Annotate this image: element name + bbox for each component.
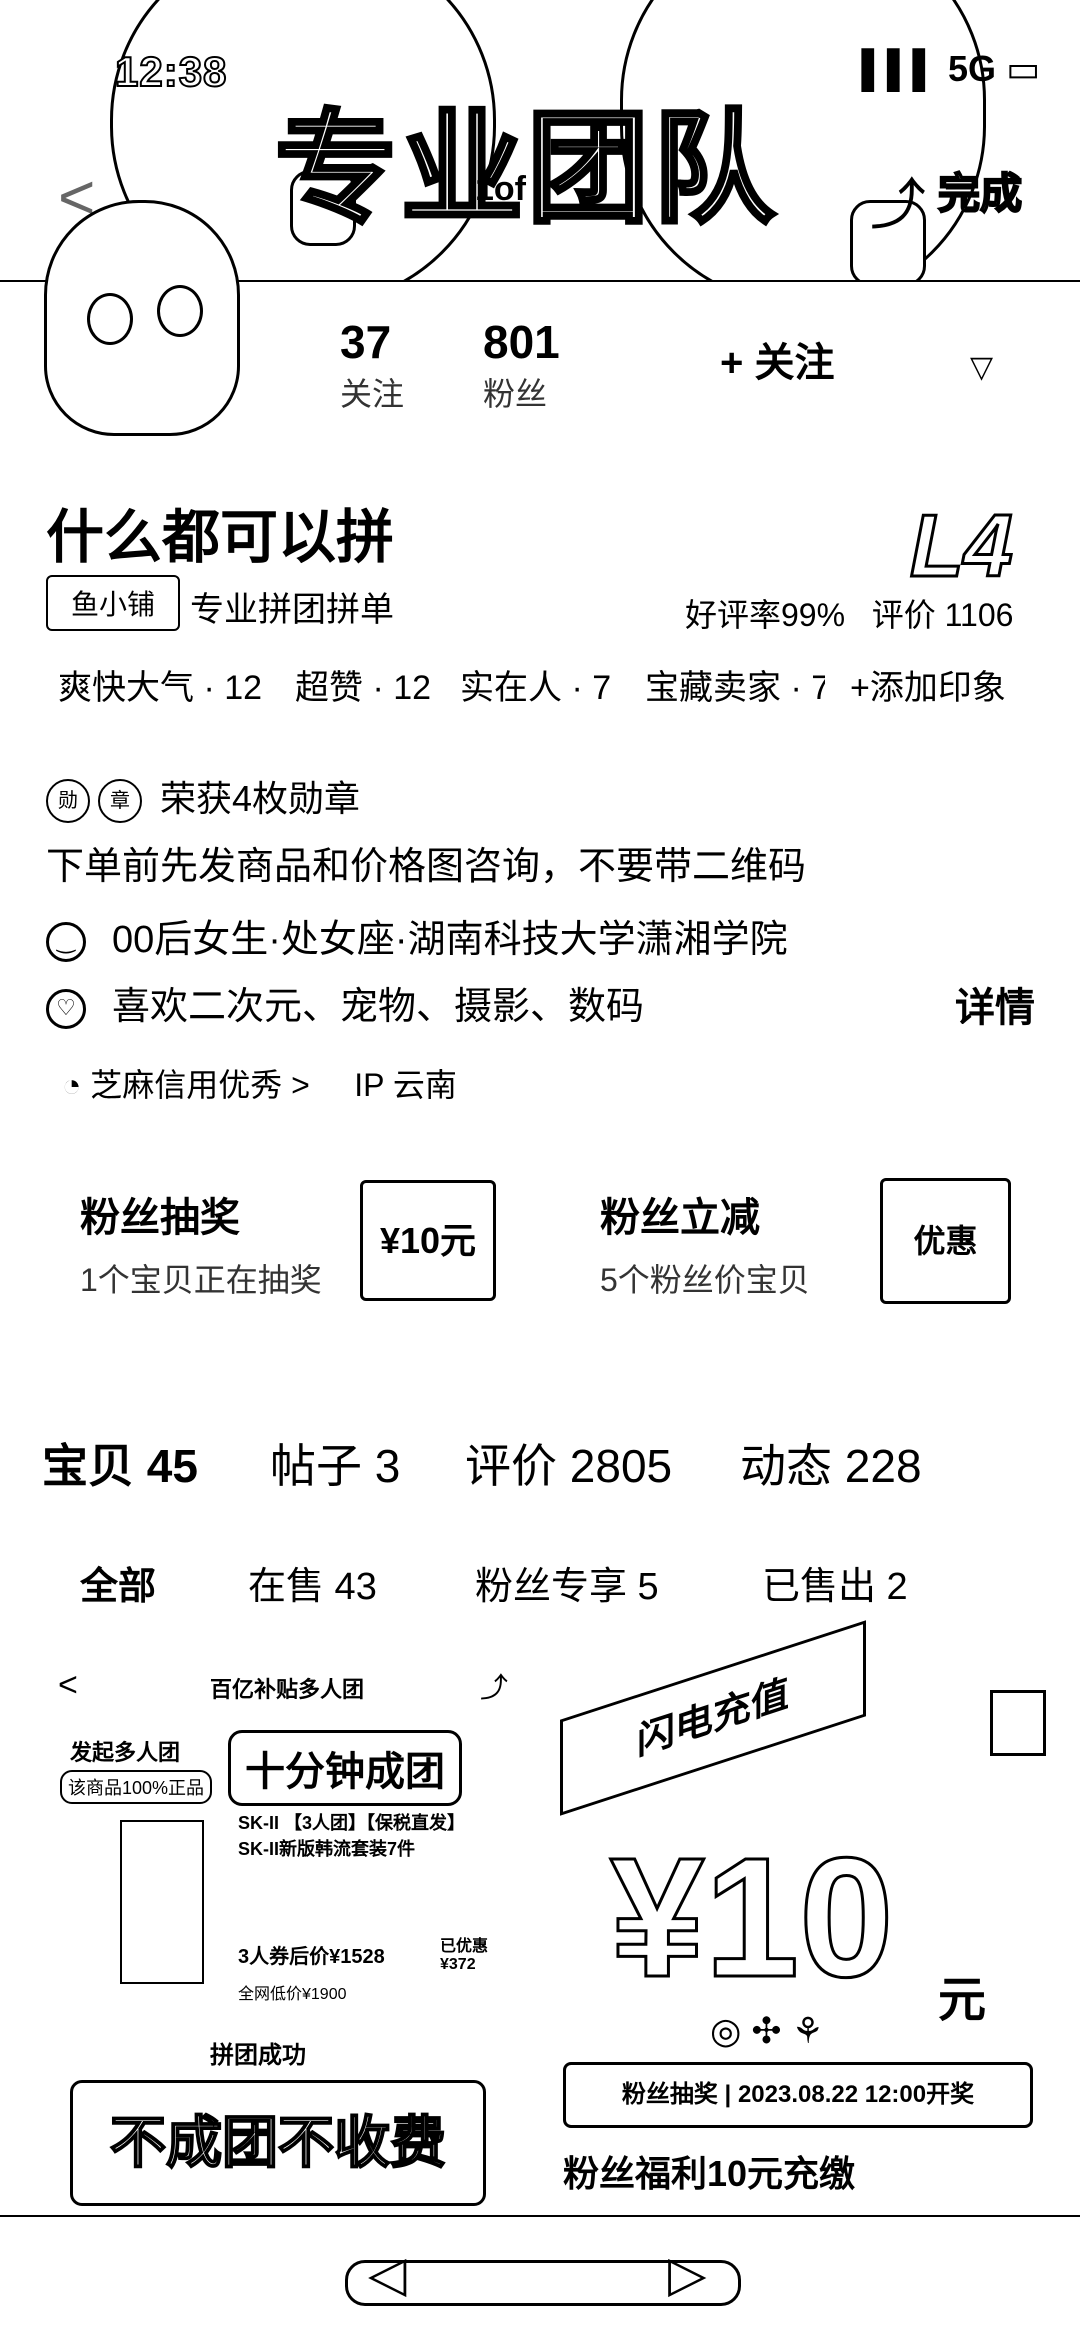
- nav-forward-icon[interactable]: ▷: [668, 2245, 706, 2303]
- product-caption: 粉丝福利10元充缴: [563, 2153, 856, 2194]
- medals-row[interactable]: 勋章 荣获4枚勋章: [46, 770, 361, 824]
- follow-button[interactable]: + 关注: [720, 330, 834, 388]
- status-signal: ▌▌▌ 5G ▭: [861, 48, 1040, 89]
- lottery-thumbnail: ¥10元: [360, 1180, 496, 1301]
- avatar-eye-left: [87, 293, 133, 345]
- following-stat[interactable]: 37 关注: [340, 315, 404, 415]
- product-card-right[interactable]: 闪电充值 ¥10 元 ◎ ✣ ⚘ 粉丝抽奖 | 2023.08.22 12:00…: [560, 1620, 1050, 2210]
- rating-summary[interactable]: 好评率99% 评价 1106: [685, 590, 1013, 636]
- product-card-left[interactable]: < 百亿补贴多人团 ⤴ 发起多人团 该商品100%正品 十分钟成团 SK-II …: [40, 1650, 510, 2210]
- tab-reviews[interactable]: 评价 2805: [465, 1430, 672, 1496]
- host-group: 发起多人团: [70, 1740, 181, 1765]
- chevron-left-icon: <: [58, 1666, 78, 1704]
- banner-mid-text: 1of: [475, 170, 526, 208]
- credit-text: 芝麻信用优秀 >: [90, 1067, 310, 1103]
- subtab-all[interactable]: 全部: [80, 1555, 156, 1610]
- tab-items[interactable]: 宝贝 45: [42, 1430, 198, 1496]
- heart-icon: ♡: [46, 988, 86, 1029]
- level-badge: L4: [909, 495, 1015, 597]
- detail-button[interactable]: 详情: [955, 975, 1035, 1033]
- credit-row[interactable]: ◔ 芝麻信用优秀 > IP 云南: [62, 1060, 457, 1106]
- carrier-icons: ◎ ✣ ⚘: [710, 2010, 824, 2051]
- authentic-badge: 该商品100%正品: [60, 1770, 213, 1804]
- followers-count: 801: [483, 316, 560, 368]
- shop-name: 什么都可以拼: [46, 505, 395, 570]
- good-rate: 好评率99%: [685, 597, 846, 633]
- nav-back-icon[interactable]: ◁: [368, 2245, 406, 2303]
- medals-text: 荣获4枚勋章: [160, 778, 361, 819]
- shop-badge: 鱼小铺: [46, 575, 180, 631]
- no-fee-banner: 不成团不收费: [70, 2080, 486, 2206]
- discount-subtitle: 5个粉丝价宝贝: [600, 1262, 810, 1298]
- discount-thumbnail: 优惠: [880, 1178, 1011, 1304]
- lottery-card[interactable]: 粉丝抽奖 1个宝贝正在抽奖: [80, 1185, 322, 1301]
- price-unit: 元: [938, 1974, 987, 2027]
- review-count: 评价 1106: [871, 597, 1014, 633]
- impression-tag[interactable]: 宝藏卖家 · 7: [645, 660, 825, 709]
- draw-date: 粉丝抽奖 | 2023.08.22 12:00开奖: [563, 2062, 1033, 2128]
- saved-amount: 已优惠 ¥372: [440, 1938, 489, 1973]
- medal-icon: 章: [98, 779, 142, 824]
- subtab-sold[interactable]: 已售出 2: [762, 1555, 908, 1610]
- tab-posts[interactable]: 帖子 3: [270, 1430, 400, 1496]
- share-icon[interactable]: ⤴: [870, 160, 926, 241]
- product-description: SK-II 【3人团】【保税直发】SK-II新版韩流套装7件: [238, 1813, 466, 1859]
- following-count: 37: [340, 316, 392, 368]
- phone-icon: [990, 1690, 1046, 1756]
- following-label: 关注: [340, 376, 405, 412]
- lottery-title: 粉丝抽奖: [80, 1196, 240, 1240]
- followers-label: 粉丝: [483, 376, 548, 412]
- shop-description: 下单前先发商品和价格图咨询，不要带二维码: [46, 846, 807, 888]
- impression-tag[interactable]: 实在人 · 7: [460, 660, 611, 709]
- impression-tag[interactable]: 超赞 · 12: [295, 660, 431, 709]
- info-line-1: ‿ 00后女生·处女座·湖南科技大学潇湘学院: [46, 908, 788, 963]
- followers-stat[interactable]: 801 粉丝: [483, 315, 560, 415]
- done-button[interactable]: 完成: [937, 160, 1023, 221]
- subtab-on-sale[interactable]: 在售 43: [248, 1555, 377, 1610]
- share-icon: ⤴: [480, 1672, 509, 1703]
- shop-tagline: 专业拼团拼单: [190, 591, 394, 629]
- recharge-price: ¥10: [609, 1822, 896, 2015]
- product-image: [120, 1820, 204, 1984]
- lottery-subtitle: 1个宝贝正在抽奖: [80, 1262, 322, 1298]
- chevron-down-icon[interactable]: ▽: [970, 350, 993, 385]
- signal-icon: ▌▌▌: [861, 48, 948, 89]
- discount-card[interactable]: 粉丝立减 5个粉丝价宝贝: [600, 1185, 810, 1301]
- impression-tag[interactable]: 爽快大气 · 12: [58, 660, 262, 709]
- tab-moments[interactable]: 动态 228: [740, 1430, 922, 1496]
- group-success: 拼团成功: [210, 2042, 306, 2069]
- info-line-2: ♡ 喜欢二次元、宠物、摄影、数码: [46, 975, 644, 1030]
- headline-badge: 十分钟成团: [228, 1730, 462, 1806]
- banner-title: 专业团队: [273, 96, 779, 242]
- discount-title: 粉丝立减: [600, 1196, 760, 1240]
- original-price: 全网低价¥1900: [238, 1986, 347, 2003]
- battery-icon: ▭: [1005, 48, 1040, 89]
- subtab-fans-only[interactable]: 粉丝专享 5: [475, 1555, 659, 1610]
- add-impression-button[interactable]: +添加印象: [850, 660, 1006, 709]
- group-price: 3人券后价¥1528: [238, 1946, 385, 1968]
- product-header: 百亿补贴多人团: [210, 1677, 365, 1702]
- sesame-icon: ◔: [62, 1067, 82, 1103]
- avatar-eye-right: [157, 285, 203, 337]
- status-time: 12:38: [114, 47, 228, 96]
- avatar[interactable]: [44, 200, 240, 436]
- ip-location: IP 云南: [354, 1067, 457, 1103]
- flash-recharge-banner: 闪电充值: [560, 1620, 866, 1816]
- smile-icon: ‿: [46, 921, 86, 962]
- medal-icon: 勋: [46, 779, 90, 824]
